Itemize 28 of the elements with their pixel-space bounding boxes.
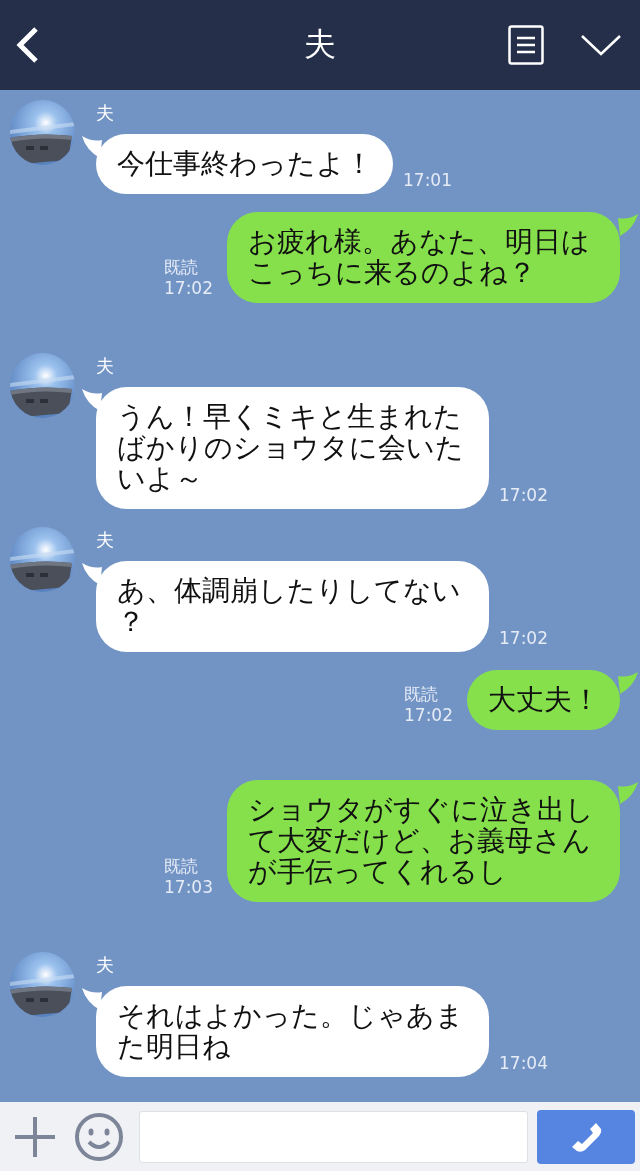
message-time: 17:02 xyxy=(164,278,213,299)
plus-icon[interactable] xyxy=(14,1115,56,1158)
sender-name: 夫 xyxy=(96,101,115,125)
notes-icon[interactable] xyxy=(508,25,544,65)
smiley-icon[interactable] xyxy=(74,1111,124,1162)
message-time: 17:02 xyxy=(499,485,548,505)
sender-name: 夫 xyxy=(96,354,115,378)
bubble-tail xyxy=(82,389,102,411)
bubble-tail xyxy=(618,782,638,804)
message-time: 17:02 xyxy=(499,628,548,648)
call-button[interactable] xyxy=(537,1109,635,1164)
bubble-tail xyxy=(618,672,638,694)
sender-name: 夫 xyxy=(96,528,115,552)
message-time: 17:01 xyxy=(403,170,452,190)
bubble-tail xyxy=(82,563,102,585)
bubble-tail xyxy=(82,988,102,1010)
read-receipt: 既読 xyxy=(164,257,198,278)
read-receipt: 既読 xyxy=(404,684,438,705)
message-time: 17:02 xyxy=(404,705,453,726)
chevron-down-icon[interactable] xyxy=(580,33,622,57)
bubble-tail xyxy=(618,214,638,236)
bubble-tail xyxy=(82,136,102,158)
message-time: 17:03 xyxy=(164,877,213,898)
chat-title: 夫 xyxy=(303,24,337,65)
message-input[interactable] xyxy=(139,1110,529,1163)
read-receipt: 既読 xyxy=(164,856,198,877)
message-time: 17:04 xyxy=(499,1053,548,1073)
sender-name: 夫 xyxy=(96,953,115,977)
